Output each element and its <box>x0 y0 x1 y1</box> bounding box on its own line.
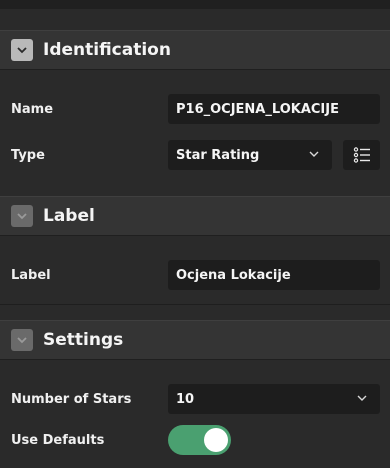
label-row: Label Ocjena Lokacije <box>0 260 390 290</box>
section-title: Identification <box>43 40 171 60</box>
chevron-down-icon <box>357 395 367 401</box>
type-select[interactable]: Star Rating <box>168 140 332 170</box>
number-of-stars-select[interactable]: 10 <box>168 384 380 414</box>
list-of-values-button[interactable] <box>343 140 380 170</box>
name-input[interactable]: P16_OCJENA_LOKACIJE <box>168 94 380 124</box>
section-title: Label <box>43 206 95 226</box>
chevron-down-icon[interactable] <box>11 205 33 227</box>
use-defaults-label: Use Defaults <box>11 432 105 448</box>
type-select-value: Star Rating <box>176 147 260 163</box>
chevron-down-icon <box>309 151 319 157</box>
use-defaults-toggle[interactable] <box>168 425 231 455</box>
name-row: Name P16_OCJENA_LOKACIJE <box>0 94 390 124</box>
number-of-stars-value: 10 <box>176 391 195 407</box>
divider <box>0 304 390 305</box>
section-header-label[interactable]: Label <box>0 196 390 236</box>
toggle-knob <box>204 428 228 452</box>
name-label: Name <box>11 101 54 117</box>
top-bar <box>0 0 390 9</box>
list-icon <box>353 147 370 163</box>
type-label: Type <box>11 147 45 163</box>
number-of-stars-label: Number of Stars <box>11 391 132 407</box>
number-of-stars-row: Number of Stars 10 <box>0 384 390 414</box>
use-defaults-row: Use Defaults <box>0 425 390 455</box>
section-header-identification[interactable]: Identification <box>0 30 390 70</box>
type-row: Type Star Rating <box>0 140 390 170</box>
chevron-down-icon[interactable] <box>11 39 33 61</box>
chevron-down-icon[interactable] <box>11 329 33 351</box>
label-input[interactable]: Ocjena Lokacije <box>168 260 380 290</box>
label-label: Label <box>11 267 51 283</box>
section-header-settings[interactable]: Settings <box>0 320 390 360</box>
section-title: Settings <box>43 330 124 350</box>
